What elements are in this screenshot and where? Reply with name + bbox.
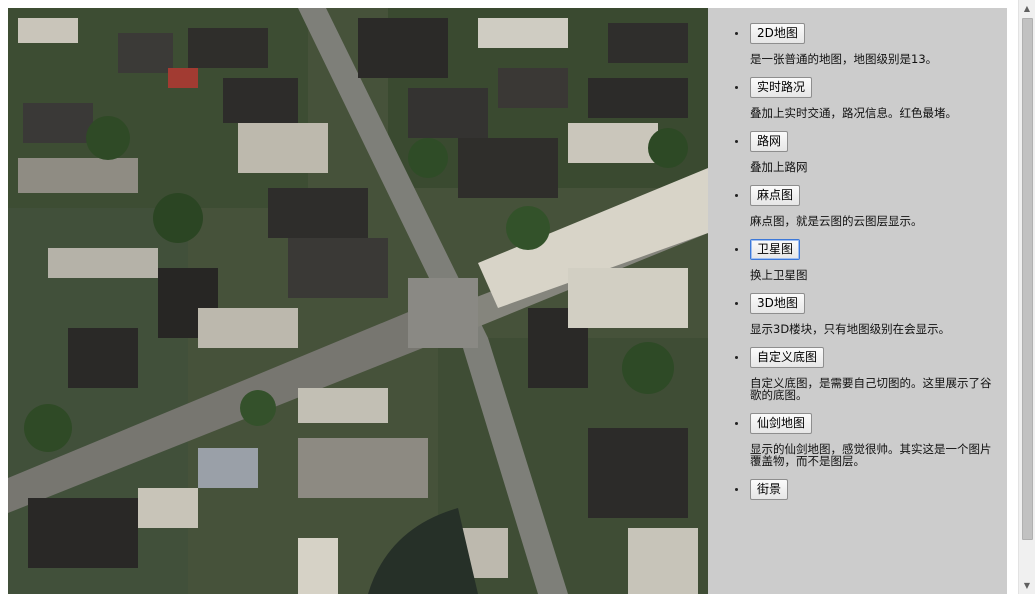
2d-map-button[interactable]: 2D地图 [750, 23, 805, 44]
list-item: 2D地图 是一张普通的地图，地图级别是13。 [708, 22, 1007, 76]
bullet-icon [735, 302, 738, 305]
item-description: 显示的仙剑地图，感觉很帅。其实这是一个图片覆盖物，而不是图层。 [750, 442, 992, 468]
satellite-map[interactable] [8, 8, 708, 594]
list-item: 路网 叠加上路网 [708, 130, 1007, 184]
xianjian-map-button[interactable]: 仙剑地图 [750, 413, 813, 434]
item-description: 自定义底图，是需要自己切图的。这里展示了谷歌的底图。 [750, 376, 992, 402]
list-item: 街景 [708, 478, 1007, 500]
bullet-icon [735, 248, 738, 251]
list-item: 麻点图 麻点图，就是云图的云图层显示。 [708, 184, 1007, 238]
street-view-button[interactable]: 街景 [750, 479, 789, 500]
item-description: 是一张普通的地图，地图级别是13。 [750, 52, 938, 66]
scroll-down-arrow-icon[interactable]: ▼ [1019, 577, 1035, 594]
list-item: 卫星图 换上卫星图 [708, 238, 1007, 292]
traffic-button[interactable]: 实时路况 [750, 77, 813, 98]
bullet-icon [735, 86, 738, 89]
item-description: 显示3D楼块，只有地图级别在会显示。 [750, 322, 951, 336]
list-item: 实时路况 叠加上实时交通，路况信息。红色最堵。 [708, 76, 1007, 130]
scroll-up-arrow-icon[interactable]: ▲ [1019, 0, 1035, 17]
scroll-thumb[interactable] [1022, 18, 1033, 540]
bullet-icon [735, 194, 738, 197]
bullet-icon [735, 422, 738, 425]
control-panel: 2D地图 是一张普通的地图，地图级别是13。 实时路况 叠加上实时交通，路况信息… [708, 8, 1007, 594]
bullet-icon [735, 140, 738, 143]
road-network-button[interactable]: 路网 [750, 131, 789, 152]
point-cloud-button[interactable]: 麻点图 [750, 185, 801, 206]
bullet-icon [735, 356, 738, 359]
satellite-button[interactable]: 卫星图 [750, 239, 801, 260]
bullet-icon [735, 488, 738, 491]
list-item: 3D地图 显示3D楼块，只有地图级别在会显示。 [708, 292, 1007, 346]
vertical-scrollbar[interactable]: ▲ ▼ [1018, 0, 1035, 594]
layer-option-list: 2D地图 是一张普通的地图，地图级别是13。 实时路况 叠加上实时交通，路况信息… [708, 8, 1007, 500]
3d-map-button[interactable]: 3D地图 [750, 293, 805, 314]
item-description: 换上卫星图 [750, 268, 808, 282]
item-description: 叠加上实时交通，路况信息。红色最堵。 [750, 106, 957, 120]
list-item: 自定义底图 自定义底图，是需要自己切图的。这里展示了谷歌的底图。 [708, 346, 1007, 412]
bullet-icon [735, 32, 738, 35]
custom-basemap-button[interactable]: 自定义底图 [750, 347, 825, 368]
satellite-imagery [8, 8, 708, 594]
list-item: 仙剑地图 显示的仙剑地图，感觉很帅。其实这是一个图片覆盖物，而不是图层。 [708, 412, 1007, 478]
item-description: 麻点图，就是云图的云图层显示。 [750, 214, 923, 228]
item-description: 叠加上路网 [750, 160, 808, 174]
